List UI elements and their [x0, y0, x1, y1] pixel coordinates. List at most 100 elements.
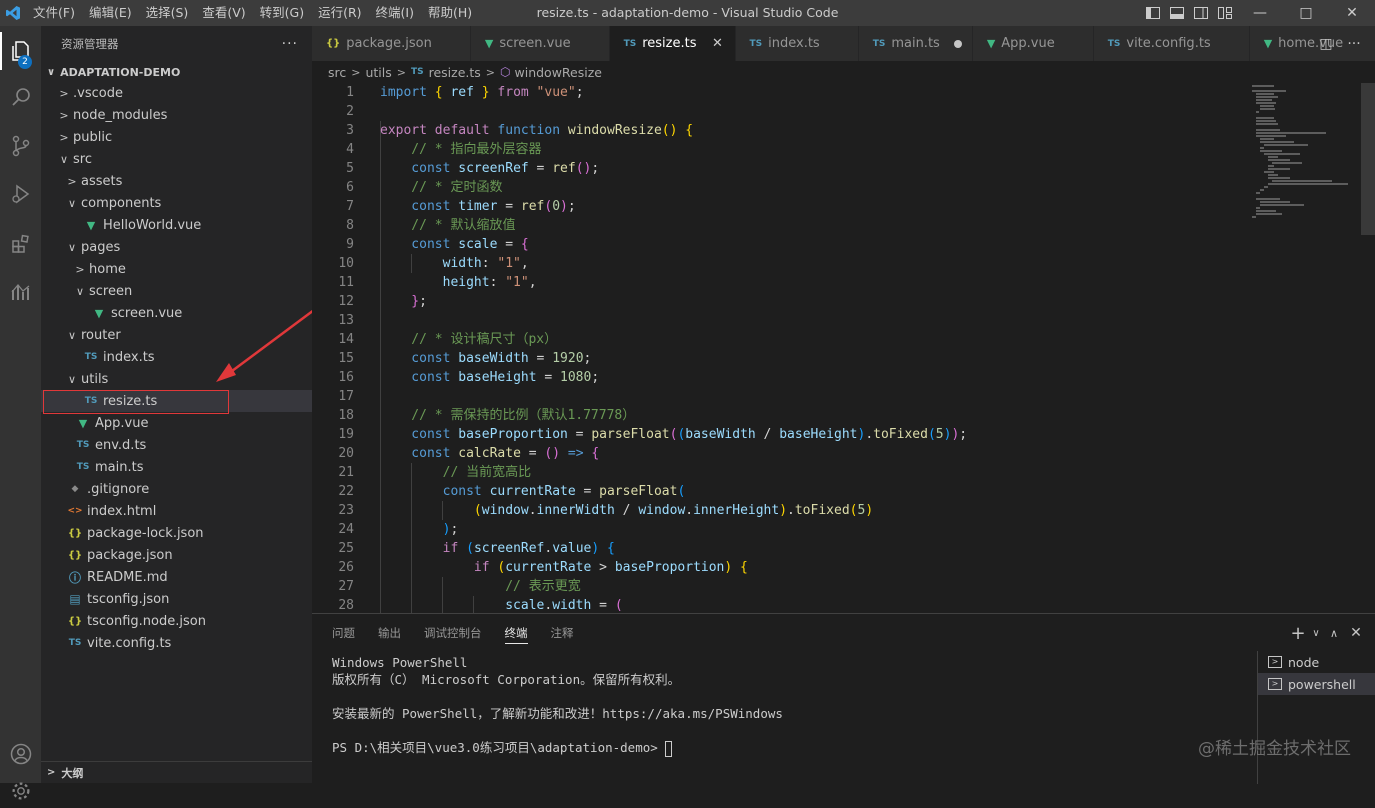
- code-token: const: [380, 351, 450, 366]
- terminal-line: [332, 688, 1252, 705]
- code-token: ref: [521, 199, 544, 214]
- code-line: 4 // * 指向最外层容器: [312, 140, 1375, 159]
- tab-ts[interactable]: TSvite.config.ts: [1094, 26, 1250, 61]
- line-number: 3: [312, 121, 354, 140]
- line-number: 12: [312, 292, 354, 311]
- more-editor-actions-icon[interactable]: ···: [1340, 36, 1368, 52]
- code-token: =>: [560, 446, 583, 461]
- code-token: timer: [450, 199, 497, 214]
- line-number: 26: [312, 558, 354, 577]
- terminal-text: 版权所有（C） Microsoft Corporation。保留所有权利。: [332, 672, 680, 687]
- breadcrumb-utils[interactable]: utils: [365, 65, 391, 80]
- code-token: ref: [552, 161, 575, 176]
- code-token: =: [497, 237, 520, 252]
- close-tab-icon[interactable]: ✕: [711, 36, 725, 51]
- code-token: ,: [529, 275, 537, 290]
- code-token: [427, 85, 435, 100]
- tab-ts[interactable]: TSmain.ts: [859, 26, 973, 61]
- line-content: const scale = {: [380, 235, 529, 254]
- code-token: ;: [568, 199, 576, 214]
- code-token: toFixed: [873, 427, 928, 442]
- panel-tab[interactable]: 终端: [505, 614, 528, 652]
- code-token: width: [552, 598, 591, 613]
- terminal-instance[interactable]: >powershell: [1258, 673, 1375, 695]
- close-panel-icon[interactable]: ✕: [1345, 625, 1367, 641]
- code-token: baseHeight: [779, 427, 857, 442]
- tab-json[interactable]: {}package.json: [312, 26, 471, 61]
- line-number: 15: [312, 349, 354, 368]
- code-token: const: [380, 484, 482, 499]
- breadcrumb-symbol[interactable]: windowResize: [515, 65, 602, 80]
- terminal-instance[interactable]: >node: [1258, 651, 1375, 673]
- code-token: const: [380, 199, 450, 214]
- code-token: if: [380, 541, 458, 556]
- editor-actions: ◫ ···: [1312, 26, 1375, 61]
- tab-vue[interactable]: ▼App.vue: [973, 26, 1094, 61]
- line-number: 28: [312, 596, 354, 613]
- code-token: // * 默认缩放值: [380, 218, 515, 233]
- line-content: // * 定时函数: [380, 178, 502, 197]
- code-token: [732, 560, 740, 575]
- code-token: "1": [497, 256, 520, 271]
- code-token: // * 需保持的比例（默认1.77778）: [380, 408, 635, 423]
- code-line: 9 const scale = {: [312, 235, 1375, 254]
- code-token: parseFloat: [599, 484, 677, 499]
- code-token: const: [380, 446, 450, 461]
- code-token: baseWidth: [450, 351, 528, 366]
- line-number: 9: [312, 235, 354, 254]
- code-token: {: [740, 560, 748, 575]
- code-token: ;: [576, 85, 584, 100]
- chevron-down-icon[interactable]: ∨: [1309, 628, 1323, 639]
- code-token: =: [537, 370, 560, 385]
- terminal-line: Windows PowerShell: [332, 654, 1252, 671]
- panel-tab[interactable]: 问题: [332, 614, 355, 652]
- code-token: [599, 541, 607, 556]
- maximize-panel-icon[interactable]: ∧: [1323, 627, 1345, 640]
- code-token: .: [865, 427, 873, 442]
- line-content: // 表示更宽: [380, 577, 581, 596]
- terminal-output[interactable]: Windows PowerShell 版权所有（C） Microsoft Corp…: [332, 654, 1252, 756]
- line-number: 22: [312, 482, 354, 501]
- line-number: 1: [312, 83, 354, 102]
- code-line: 8 // * 默认缩放值: [312, 216, 1375, 235]
- line-content: const currentRate = parseFloat(: [380, 482, 685, 501]
- code-token: ;: [419, 294, 427, 309]
- breadcrumb-src[interactable]: src: [328, 65, 346, 80]
- split-editor-icon[interactable]: ◫: [1312, 36, 1340, 52]
- unsaved-dot-icon[interactable]: [954, 40, 962, 48]
- new-terminal-icon[interactable]: +: [1287, 623, 1309, 644]
- code-token: (: [380, 503, 482, 518]
- code-token: width: [380, 256, 482, 271]
- line-content: // * 指向最外层容器: [380, 140, 541, 159]
- code-token: (): [662, 123, 678, 138]
- code-token: =: [529, 351, 552, 366]
- code-line: 5 const screenRef = ref();: [312, 159, 1375, 178]
- editor-tabs: {}package.json▼screen.vueTSresize.ts✕TSi…: [312, 26, 1375, 61]
- code-token: ): [865, 503, 873, 518]
- code-token: {: [607, 541, 615, 556]
- panel-tab[interactable]: 注释: [551, 614, 574, 652]
- terminal-text: Windows PowerShell: [332, 655, 467, 670]
- code-line: 21 // 当前宽高比: [312, 463, 1375, 482]
- code-token: ;: [959, 427, 967, 442]
- code-token: =: [529, 161, 552, 176]
- code-token: currentRate: [505, 560, 591, 575]
- code-token: =: [521, 446, 544, 461]
- tab-ts[interactable]: TSresize.ts✕: [610, 26, 736, 61]
- breadcrumb-file[interactable]: resize.ts: [429, 65, 481, 80]
- panel-tab[interactable]: 输出: [378, 614, 401, 652]
- code-token: baseProportion: [450, 427, 567, 442]
- vue-file-icon: ▼: [1264, 37, 1272, 50]
- code-editor[interactable]: 1import { ref } from "vue";23export defa…: [312, 83, 1375, 613]
- code-token: ): [560, 199, 568, 214]
- panel-tabs: 问题输出调试控制台终端注释: [332, 614, 597, 652]
- code-line: 26 if (currentRate > baseProportion) {: [312, 558, 1375, 577]
- line-content: };: [380, 292, 427, 311]
- line-number: 24: [312, 520, 354, 539]
- code-token: const: [380, 237, 450, 252]
- panel-tab[interactable]: 调试控制台: [424, 614, 482, 652]
- line-number: 2: [312, 102, 354, 121]
- code-line: 7 const timer = ref(0);: [312, 197, 1375, 216]
- tab-ts[interactable]: TSindex.ts: [736, 26, 859, 61]
- tab-vue[interactable]: ▼screen.vue: [471, 26, 610, 61]
